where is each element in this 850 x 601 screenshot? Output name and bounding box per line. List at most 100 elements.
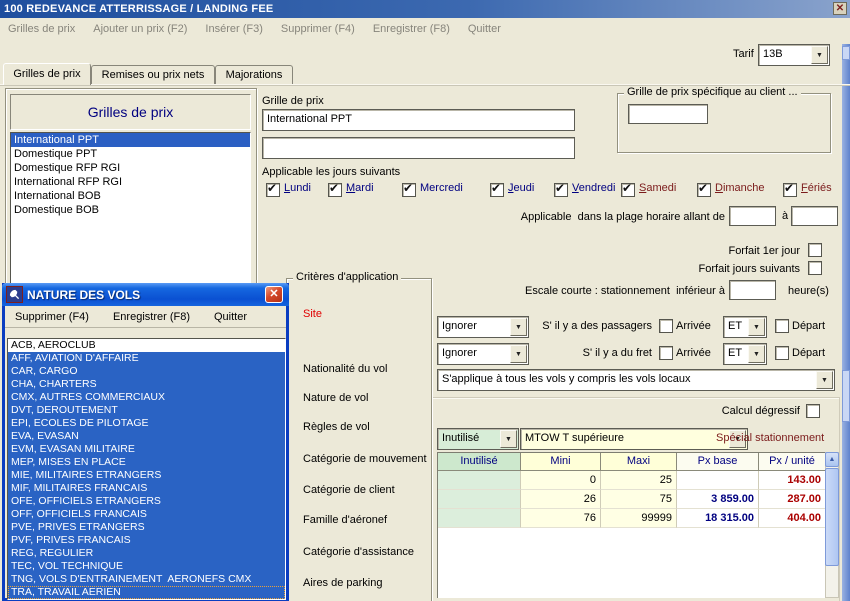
pax-depart-checkbox[interactable] bbox=[775, 319, 789, 333]
col-header-inutilise[interactable]: Inutilisé bbox=[438, 453, 521, 471]
nature-menu-enregistrer[interactable]: Enregistrer (F8) bbox=[113, 311, 190, 323]
list-item[interactable]: EPI, ECOLES DE PILOTAGE bbox=[8, 417, 285, 430]
tarif-select[interactable]: 13B ▼ bbox=[758, 44, 830, 66]
day-checkbox-samedi[interactable] bbox=[621, 183, 635, 197]
col-header-px-unite[interactable]: Px / unité bbox=[759, 453, 826, 471]
day-checkbox-vendredi[interactable] bbox=[554, 183, 568, 197]
list-item[interactable]: PVE, PRIVES ETRANGERS bbox=[8, 521, 285, 534]
cell-mini[interactable]: 76 bbox=[521, 509, 601, 528]
criteria-link-famille-aeronef[interactable]: Famille d'aéronef bbox=[303, 514, 387, 526]
list-item[interactable]: OFF, OFFICIELS FRANCAIS bbox=[8, 508, 285, 521]
chevron-down-icon[interactable]: ▼ bbox=[816, 371, 833, 389]
tab-majorations[interactable]: Majorations bbox=[215, 65, 293, 85]
list-item[interactable]: EVA, EVASAN bbox=[8, 430, 285, 443]
cell-maxi[interactable]: 99999 bbox=[601, 509, 677, 528]
criteria-link-categorie-assistance[interactable]: Catégorie d'assistance bbox=[303, 546, 414, 558]
pax-mode-select[interactable]: Ignorer▼ bbox=[437, 316, 529, 338]
chevron-down-icon[interactable]: ▼ bbox=[500, 430, 517, 448]
cell-px-base[interactable] bbox=[677, 471, 759, 490]
grid-name-input-2[interactable] bbox=[262, 137, 575, 159]
list-item[interactable]: International RFP RGI bbox=[11, 175, 250, 189]
criteria-link-nature-de-vol[interactable]: Nature de vol bbox=[303, 392, 368, 404]
list-item[interactable]: CHA, CHARTERS bbox=[8, 378, 285, 391]
table-scrollbar-thumb[interactable] bbox=[825, 468, 839, 566]
nature-menu-supprimer[interactable]: Supprimer (F4) bbox=[15, 311, 89, 323]
list-item[interactable]: CAR, CARGO bbox=[8, 365, 285, 378]
list-item[interactable]: TRA, TRAVAIL AERIEN bbox=[8, 586, 285, 599]
main-scrollbar[interactable] bbox=[842, 44, 850, 601]
vols-scope-select[interactable]: S'applique à tous les vols y compris les… bbox=[437, 369, 835, 391]
client-grid-input[interactable] bbox=[628, 104, 708, 124]
cell-px-unite[interactable]: 143.00 bbox=[759, 471, 826, 490]
pax-arrivee-checkbox[interactable] bbox=[659, 319, 673, 333]
list-item[interactable]: International PPT bbox=[11, 133, 250, 147]
chevron-down-icon[interactable]: ▼ bbox=[748, 345, 765, 363]
fret-depart-checkbox[interactable] bbox=[775, 346, 789, 360]
day-checkbox-lundi[interactable] bbox=[266, 183, 280, 197]
cell-maxi[interactable]: 25 bbox=[601, 471, 677, 490]
criteria-link-aires-de-parking[interactable]: Aires de parking bbox=[303, 577, 383, 589]
cell-inutilise[interactable] bbox=[438, 471, 521, 490]
time-from-input[interactable] bbox=[729, 206, 776, 226]
cell-px-unite[interactable]: 404.00 bbox=[759, 509, 826, 528]
menu-item-quitter[interactable]: Quitter bbox=[468, 23, 501, 35]
col-header-maxi[interactable]: Maxi bbox=[601, 453, 677, 471]
tab-remises-ou-prix-nets[interactable]: Remises ou prix nets bbox=[91, 65, 215, 85]
cell-maxi[interactable]: 75 bbox=[601, 490, 677, 509]
list-item[interactable]: TEC, VOL TECHNIQUE bbox=[8, 560, 285, 573]
menu-item-grilles[interactable]: Grilles de prix bbox=[8, 23, 75, 35]
list-item[interactable]: TNG, VOLS D'ENTRAINEMENT AERONEFS CMX bbox=[8, 573, 285, 586]
escale-input[interactable] bbox=[729, 280, 776, 300]
day-checkbox-feries[interactable] bbox=[783, 183, 797, 197]
time-to-input[interactable] bbox=[791, 206, 838, 226]
unused-select[interactable]: Inutilisé▼ bbox=[437, 428, 519, 450]
mtow-select[interactable]: MTOW T supérieure▼ bbox=[520, 428, 748, 450]
pax-operator-select[interactable]: ET▼ bbox=[723, 316, 767, 338]
menu-item-supprimer[interactable]: Supprimer (F4) bbox=[281, 23, 355, 35]
nature-titlebar[interactable]: NATURE DES VOLS bbox=[2, 283, 289, 306]
list-item[interactable]: MEP, MISES EN PLACE bbox=[8, 456, 285, 469]
list-item[interactable]: DVT, DEROUTEMENT bbox=[8, 404, 285, 417]
menu-item-inserer[interactable]: Insérer (F3) bbox=[205, 23, 262, 35]
col-header-mini[interactable]: Mini bbox=[521, 453, 601, 471]
main-scrollbar-thumb[interactable] bbox=[842, 370, 850, 422]
criteria-link-categorie-client[interactable]: Catégorie de client bbox=[303, 484, 395, 496]
cell-px-base[interactable]: 3 859.00 bbox=[677, 490, 759, 509]
cell-px-base[interactable]: 18 315.00 bbox=[677, 509, 759, 528]
scroll-up-icon[interactable]: ▲ bbox=[825, 452, 839, 467]
criteria-link-site[interactable]: Site bbox=[303, 308, 322, 320]
cell-mini[interactable]: 26 bbox=[521, 490, 601, 509]
list-item[interactable]: Domestique BOB bbox=[11, 203, 250, 217]
criteria-link-regles-de-vol[interactable]: Règles de vol bbox=[303, 421, 370, 433]
main-scrollbar-up[interactable] bbox=[842, 46, 850, 60]
cell-px-unite[interactable]: 287.00 bbox=[759, 490, 826, 509]
cell-inutilise[interactable] bbox=[438, 509, 521, 528]
cell-inutilise[interactable] bbox=[438, 490, 521, 509]
list-item[interactable]: AFF, AVIATION D'AFFAIRE bbox=[8, 352, 285, 365]
forfait-first-checkbox[interactable] bbox=[808, 243, 822, 257]
fret-mode-select[interactable]: Ignorer▼ bbox=[437, 343, 529, 365]
list-item[interactable]: REG, REGULIER bbox=[8, 547, 285, 560]
chevron-down-icon[interactable]: ▼ bbox=[811, 46, 828, 64]
list-item[interactable]: CMX, AUTRES COMMERCIAUX bbox=[8, 391, 285, 404]
col-header-px-base[interactable]: Px base bbox=[677, 453, 759, 471]
criteria-link-nationalite[interactable]: Nationalité du vol bbox=[303, 363, 387, 375]
list-item[interactable]: Domestique RFP RGI bbox=[11, 161, 250, 175]
fret-arrivee-checkbox[interactable] bbox=[659, 346, 673, 360]
criteria-link-categorie-mouvement[interactable]: Catégorie de mouvement bbox=[303, 453, 427, 465]
list-item[interactable]: Domestique PPT bbox=[11, 147, 250, 161]
list-item[interactable]: PVF, PRIVES FRANCAIS bbox=[8, 534, 285, 547]
list-item[interactable]: MIE, MILITAIRES ETRANGERS bbox=[8, 469, 285, 482]
day-checkbox-jeudi[interactable] bbox=[490, 183, 504, 197]
calc-degressif-checkbox[interactable] bbox=[806, 404, 820, 418]
menu-item-ajouter[interactable]: Ajouter un prix (F2) bbox=[93, 23, 187, 35]
list-item[interactable]: International BOB bbox=[11, 189, 250, 203]
list-item[interactable]: OFE, OFFICIELS ETRANGERS bbox=[8, 495, 285, 508]
day-checkbox-mardi[interactable] bbox=[328, 183, 342, 197]
tab-grilles-de-prix[interactable]: Grilles de prix bbox=[3, 63, 91, 85]
list-item[interactable]: ACB, AEROCLUB bbox=[8, 339, 285, 352]
cell-mini[interactable]: 0 bbox=[521, 471, 601, 490]
day-checkbox-dimanche[interactable] bbox=[697, 183, 711, 197]
close-icon[interactable]: ✕ bbox=[265, 286, 283, 303]
day-checkbox-mercredi[interactable] bbox=[402, 183, 416, 197]
